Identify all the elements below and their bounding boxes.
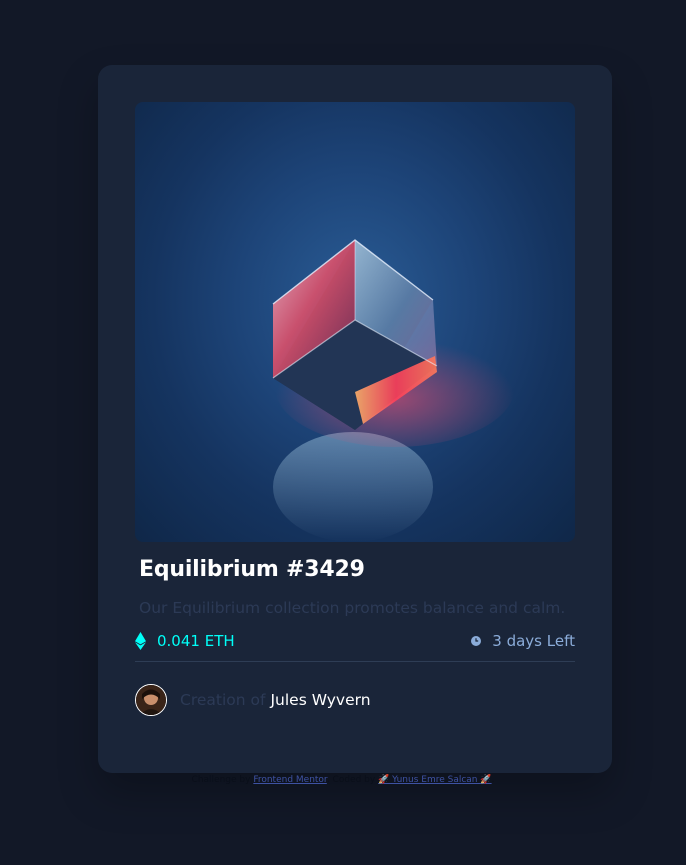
- attribution-suffix: .: [491, 775, 495, 785]
- author-link[interactable]: 🚀 Yunus Emre Salcan 🚀: [378, 775, 492, 785]
- creator-prefix: Creation of: [180, 691, 266, 709]
- ethereum-icon: [135, 632, 146, 650]
- card-title[interactable]: Equilibrium #3429: [139, 557, 365, 582]
- attribution-coded-prefix: . Coded by: [326, 775, 376, 785]
- frontend-mentor-link[interactable]: Frontend Mentor: [253, 775, 327, 785]
- nft-card: Equilibrium #3429 Our Equilibrium collec…: [98, 65, 612, 773]
- time-left-info: 3 days Left: [471, 632, 575, 650]
- crystal-cube-image: [272, 239, 515, 542]
- card-description: Our Equilibrium collection promotes bala…: [139, 599, 566, 617]
- avatar: [135, 684, 167, 716]
- clock-icon: [471, 636, 482, 646]
- hero-image[interactable]: [135, 102, 575, 542]
- attribution-challenge-prefix: Challenge by: [191, 775, 251, 785]
- price-value: 0.041 ETH: [157, 632, 235, 650]
- attribution: Challenge by Frontend Mentor. Coded by 🚀…: [0, 775, 686, 785]
- creator-info: Creation of Jules Wyvern: [135, 684, 371, 716]
- divider: [135, 661, 575, 662]
- time-left-value: 3 days Left: [492, 632, 575, 650]
- price-info: 0.041 ETH: [135, 632, 235, 650]
- creator-name-link[interactable]: Jules Wyvern: [270, 691, 370, 709]
